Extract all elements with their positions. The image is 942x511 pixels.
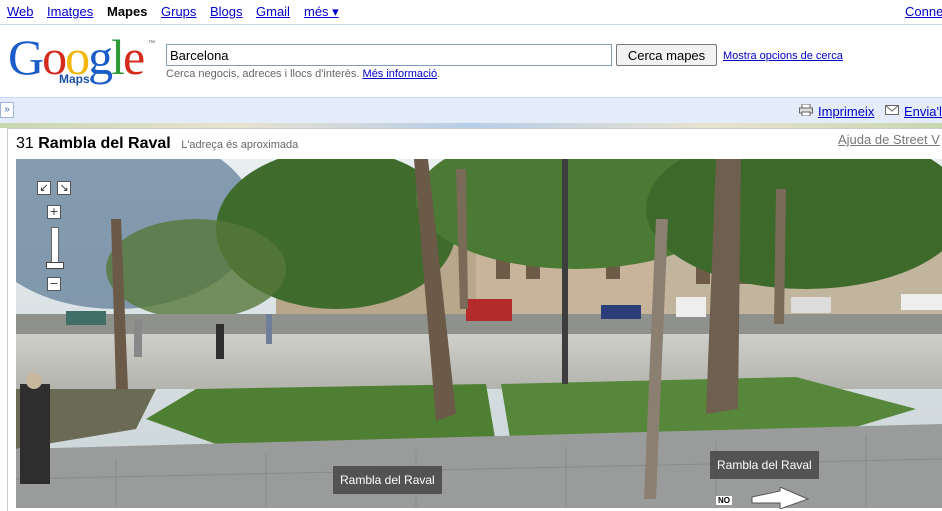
printer-icon[interactable]: [799, 104, 813, 116]
navigation-arrow-icon[interactable]: [750, 487, 810, 509]
search-maps-button[interactable]: Cerca mapes: [616, 44, 717, 66]
more-search-options-link[interactable]: Mostra opcions de cerca: [723, 50, 843, 62]
zoom-slider-handle[interactable]: [46, 262, 64, 269]
zoom-out-icon[interactable]: −: [47, 277, 61, 291]
map-toolbar: » Imprimeix Envia'l: [0, 97, 942, 123]
street-label-east[interactable]: Rambla del Raval: [710, 451, 819, 479]
nav-more[interactable]: més ▾: [304, 4, 339, 20]
compass-direction: NO: [716, 496, 732, 505]
street-view-help-link[interactable]: Ajuda de Street V: [838, 132, 940, 147]
nav-maps[interactable]: Mapes: [107, 4, 147, 19]
nav-images[interactable]: Imatges: [47, 4, 93, 19]
address-street: Rambla del Raval: [38, 135, 171, 152]
nav-gmail[interactable]: Gmail: [256, 4, 290, 19]
street-view-address: 31 Rambla del Raval L'adreça és aproxima…: [16, 135, 298, 153]
nav-blogs[interactable]: Blogs: [210, 4, 243, 19]
nav-groups[interactable]: Grups: [161, 4, 196, 19]
search-hint: Cerca negocis, adreces i llocs d'interès…: [166, 68, 441, 80]
top-nav: Web Imatges Mapes Grups Blogs Gmail més …: [0, 0, 942, 25]
send-link[interactable]: Envia'l: [904, 104, 942, 119]
logo-product-label: Maps: [59, 72, 90, 86]
print-link[interactable]: Imprimeix: [818, 104, 874, 119]
street-label-west[interactable]: Rambla del Raval: [333, 466, 442, 494]
zoom-in-icon[interactable]: +: [47, 205, 61, 219]
sign-in-link[interactable]: Conne: [905, 4, 942, 19]
approximate-address-note: L'adreça és aproximada: [181, 139, 299, 151]
pan-right-icon[interactable]: ↘: [57, 181, 71, 195]
search-input[interactable]: [166, 44, 612, 66]
collapse-panel-icon[interactable]: »: [0, 102, 14, 118]
logo-trademark: ™: [148, 40, 155, 47]
search-hint-text: Cerca negocis, adreces i llocs d'interès…: [166, 68, 360, 80]
email-icon[interactable]: [885, 104, 899, 116]
pan-left-icon[interactable]: ↙: [37, 181, 51, 195]
address-number: 31: [16, 135, 34, 152]
google-maps-logo[interactable]: Google Maps ™: [8, 32, 158, 90]
learn-more-link[interactable]: Més informació: [363, 68, 438, 80]
nav-web[interactable]: Web: [7, 4, 34, 19]
